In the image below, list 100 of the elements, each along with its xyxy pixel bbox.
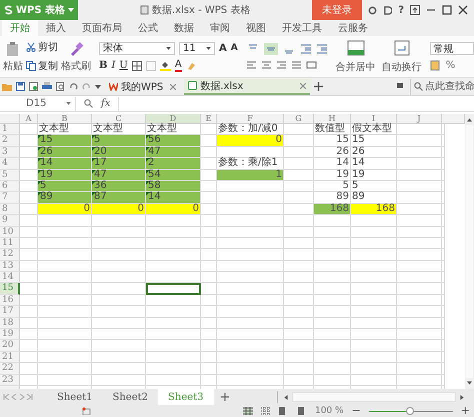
row-header[interactable]: 7	[0, 192, 20, 204]
row-header[interactable]: 16	[0, 294, 20, 306]
menu-tab[interactable]: 审阅	[202, 20, 238, 36]
scroll-up-icon[interactable]	[467, 118, 472, 122]
insert-function-button[interactable]: fx	[101, 98, 110, 109]
row-header[interactable]: 18	[0, 318, 20, 330]
document-tab[interactable]: 数据.xlsx	[184, 78, 310, 94]
tab-list-icon[interactable]	[397, 82, 406, 90]
increase-indent-icon[interactable]	[316, 44, 328, 54]
row-header[interactable]: 4	[0, 158, 20, 170]
row-header[interactable]: 6	[0, 180, 20, 192]
scroll-right-icon[interactable]	[460, 394, 464, 400]
decrease-indent-icon[interactable]	[300, 44, 312, 54]
column-header[interactable]: E	[201, 114, 217, 124]
name-box[interactable]: D15	[0, 96, 76, 110]
grow-font-button[interactable]: A	[219, 42, 227, 54]
column-header[interactable]: F	[217, 114, 284, 124]
close-icon[interactable]	[458, 5, 468, 15]
column-header[interactable]: J	[397, 114, 442, 124]
menu-tab[interactable]: 数据	[166, 20, 202, 36]
font-field[interactable]: 宋体	[99, 42, 175, 54]
add-sheet-button[interactable]: +	[214, 390, 236, 404]
wrap-text-button[interactable]: 自动换行	[382, 40, 422, 74]
menu-tab[interactable]: 插入	[38, 20, 74, 36]
reading-mode-icon[interactable]	[296, 407, 307, 415]
column-header[interactable]: A	[20, 114, 38, 124]
column-header[interactable]: H	[314, 114, 351, 124]
caret-icon[interactable]	[95, 84, 101, 88]
sheet-tab[interactable]: Sheet2	[102, 389, 158, 405]
row-header[interactable]: 17	[0, 306, 20, 318]
vertical-scrollbar[interactable]	[465, 114, 474, 389]
row-header[interactable]: 14	[0, 272, 20, 284]
row-header[interactable]: 23	[0, 374, 20, 386]
refresh-icon[interactable]	[368, 6, 378, 14]
number-format-field[interactable]: 常规	[430, 42, 474, 55]
scroll-left-icon[interactable]	[284, 394, 288, 400]
preview-icon[interactable]	[56, 82, 65, 91]
row-header[interactable]: 3	[0, 146, 20, 158]
distributed-icon[interactable]	[306, 60, 317, 70]
align-right-icon[interactable]	[276, 60, 287, 70]
middle-align-icon[interactable]	[264, 43, 278, 55]
column-header[interactable]: B	[38, 114, 92, 124]
cut-button[interactable]: 剪切	[26, 40, 58, 54]
scroll-down-icon[interactable]	[467, 381, 472, 385]
app-menu-button[interactable]: WPS 表格	[0, 0, 78, 20]
align-left-icon[interactable]	[246, 60, 257, 70]
row-header[interactable]: 15	[0, 283, 20, 295]
page-break-view-icon[interactable]	[260, 407, 271, 415]
column-header[interactable]: D	[146, 114, 201, 124]
row-header[interactable]: 11	[0, 238, 20, 250]
italic-button[interactable]: I	[111, 60, 116, 71]
underline-button[interactable]: U	[119, 60, 128, 71]
zoom-out-button[interactable]: −	[352, 406, 361, 416]
menu-tab[interactable]: 开发工具	[274, 20, 330, 36]
login-button[interactable]: 未登录	[312, 0, 362, 20]
document-icon[interactable]	[29, 82, 38, 91]
font-size-field[interactable]: 11	[179, 42, 215, 54]
merge-center-button[interactable]: 合并居中	[336, 40, 376, 74]
zoom-in-button[interactable]: +	[460, 406, 470, 416]
menu-tab[interactable]: 页面布局	[74, 20, 130, 36]
format-painter-button[interactable]: 格式刷	[61, 40, 91, 72]
upload-icon[interactable]	[410, 5, 420, 15]
shrink-font-button[interactable]: A	[230, 43, 238, 53]
maximize-icon[interactable]	[442, 5, 452, 15]
document-tab[interactable]: 我的WPS	[105, 78, 180, 94]
fill-table-icon[interactable]	[146, 60, 156, 70]
printer-icon[interactable]	[42, 82, 52, 91]
row-header[interactable]: 19	[0, 329, 20, 340]
zoom-slider[interactable]	[406, 406, 414, 414]
row-header[interactable]: 9	[0, 215, 20, 227]
row-header[interactable]: 13	[0, 260, 20, 272]
save-icon[interactable]	[16, 82, 25, 91]
bold-button[interactable]: B	[99, 60, 108, 71]
row-header[interactable]: 20	[0, 340, 20, 352]
menu-tab[interactable]: 视图	[238, 20, 274, 36]
align-center-icon[interactable]	[260, 60, 272, 70]
fill-color-icon[interactable]	[160, 60, 171, 71]
menu-tab[interactable]: 云服务	[330, 20, 376, 36]
sheet-tab[interactable]: Sheet1	[47, 389, 103, 405]
horizontal-scrollbar[interactable]	[277, 391, 464, 403]
row-header[interactable]: 8	[0, 204, 20, 216]
row-header[interactable]: 5	[0, 170, 20, 181]
row-header[interactable]: 21	[0, 352, 20, 364]
paste-button[interactable]: 粘贴	[3, 40, 23, 72]
row-header[interactable]: 12	[0, 249, 20, 261]
row-header[interactable]: 22	[0, 363, 20, 375]
justify-icon[interactable]	[290, 60, 302, 70]
row-header[interactable]: 2	[0, 135, 20, 147]
help-button[interactable]: ?	[398, 4, 404, 16]
currency-icon[interactable]	[430, 60, 442, 71]
skin-icon[interactable]	[383, 6, 392, 14]
borders-icon[interactable]	[132, 60, 142, 70]
copy-button[interactable]: 复制	[26, 59, 58, 73]
column-header[interactable]: I	[351, 114, 397, 124]
menu-tab[interactable]: 开始	[2, 20, 38, 36]
row-header[interactable]: 1	[0, 124, 20, 136]
percent-button[interactable]: %	[446, 60, 456, 71]
new-tab-icon[interactable]	[314, 82, 324, 91]
undo-icon[interactable]	[69, 82, 78, 91]
font-color-button[interactable]: A	[174, 60, 182, 72]
